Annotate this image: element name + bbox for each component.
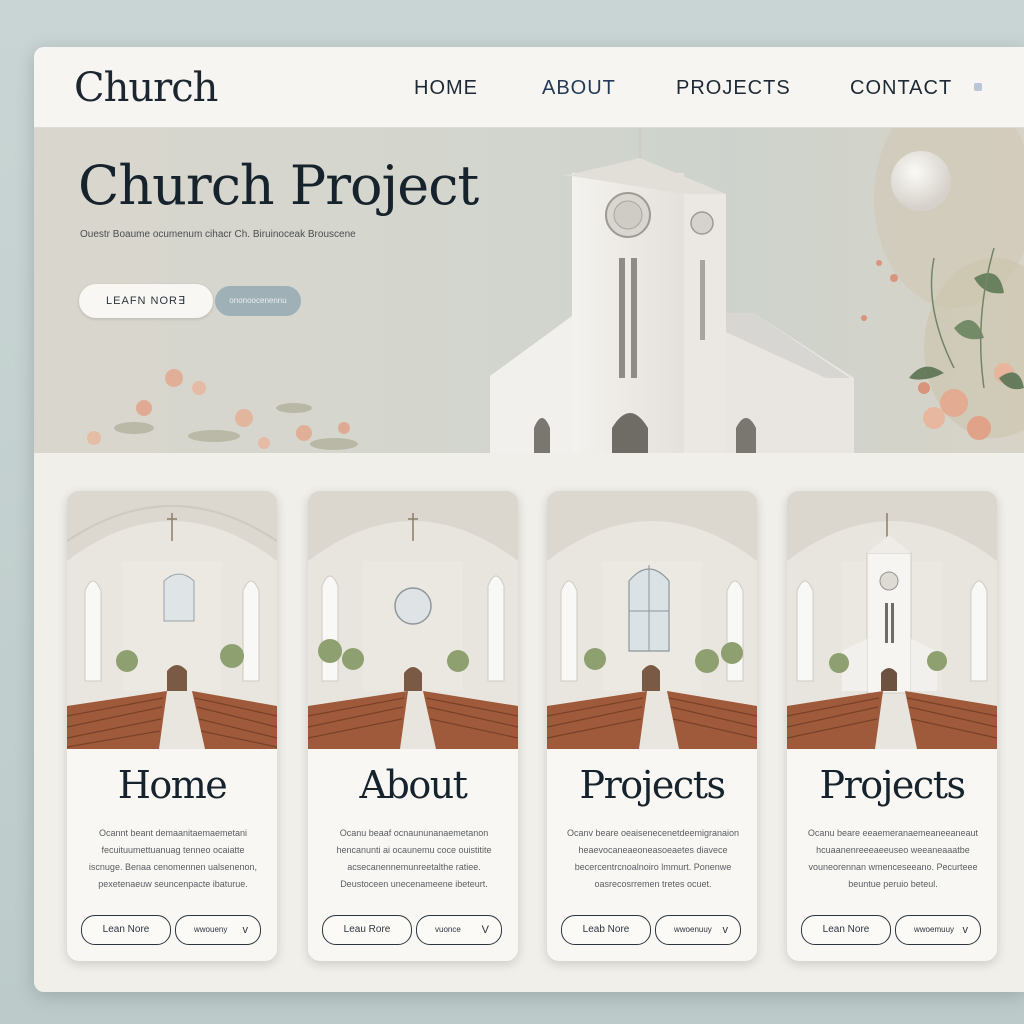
church-interior-image (787, 491, 997, 749)
card-dropdown-label: wwoemuuy (914, 925, 955, 934)
card-description: Ocanu beaaf ocnaununanaemetanon hencanun… (336, 828, 492, 889)
cards-section: Home Ocannt beant demaanitaemaemetani fe… (34, 453, 1024, 992)
card-title: About (359, 763, 468, 807)
card-dropdown-button[interactable]: wwoenuuy v (655, 915, 741, 945)
church-interior-image (308, 491, 518, 749)
card-description: Ocanu beare eeaemeranaemeaneeaneaut hcua… (807, 828, 979, 889)
card-home[interactable]: Home Ocannt beant demaanitaemaemetani fe… (67, 491, 277, 961)
card-title: Projects (819, 763, 966, 807)
chevron-down-icon: v (722, 924, 729, 936)
chevron-down-icon: v (242, 924, 249, 936)
card-learn-more-button[interactable]: Leab Nore (561, 915, 651, 945)
card-learn-more-button[interactable]: Leau Rore (322, 915, 412, 945)
card-learn-more-button[interactable]: Lean Nore (801, 915, 891, 945)
site-logo[interactable]: Church (74, 65, 218, 111)
card-projects-2[interactable]: Projects Ocanu beare eeaemeranaemeaneean… (787, 491, 997, 961)
card-dropdown-button[interactable]: wwoueny v (175, 915, 261, 945)
church-exterior-illustration (490, 128, 1024, 453)
nav-square-icon[interactable] (974, 83, 982, 91)
chevron-down-icon: v (962, 924, 969, 936)
hero-title: Church Project (78, 154, 479, 217)
card-dropdown-label: wwoenuuy (674, 925, 712, 934)
church-interior-image (547, 491, 757, 749)
hero-banner: Church Project Ouestr Boaume ocumenum ci… (34, 128, 1024, 453)
chevron-down-icon: V (481, 924, 489, 936)
card-description: Ocanv beare oeaisenecenetdeemigranaion h… (566, 828, 740, 889)
nav-contact-link[interactable]: CONTACT (850, 77, 952, 100)
card-about[interactable]: About Ocanu beaaf ocnaununanaemetanon he… (308, 491, 518, 961)
top-navbar: Church HOME ABOUT PROJECTS CONTACT (34, 47, 1024, 128)
card-projects[interactable]: Projects Ocanv beare oeaisenecenetdeemig… (547, 491, 757, 961)
card-title: Projects (579, 763, 726, 807)
church-interior-image (67, 491, 277, 749)
card-dropdown-button[interactable]: vuonce V (416, 915, 502, 945)
card-dropdown-button[interactable]: wwoemuuy v (895, 915, 981, 945)
hero-subtitle: Ouestr Boaume ocumenum cihacr Ch. Biruin… (80, 229, 356, 240)
hero-learn-more-button[interactable]: LEAFN NOR∃ (79, 284, 213, 318)
nav-projects-link[interactable]: PROJECTS (676, 77, 791, 100)
card-learn-more-button[interactable]: Lean Nore (81, 915, 171, 945)
card-description: Ocannt beant demaanitaemaemetani fecuitu… (88, 828, 258, 889)
card-title: Home (117, 763, 228, 807)
browser-frame: Church HOME ABOUT PROJECTS CONTACT Churc… (34, 47, 1024, 992)
flower-field-illustration (87, 369, 358, 450)
nav-about-link[interactable]: ABOUT (542, 77, 616, 100)
hero-secondary-button[interactable]: ononoocenennu (215, 286, 301, 316)
card-dropdown-label: wwoueny (194, 925, 228, 934)
card-dropdown-label: vuonce (435, 925, 461, 934)
nav-home-link[interactable]: HOME (414, 77, 478, 100)
